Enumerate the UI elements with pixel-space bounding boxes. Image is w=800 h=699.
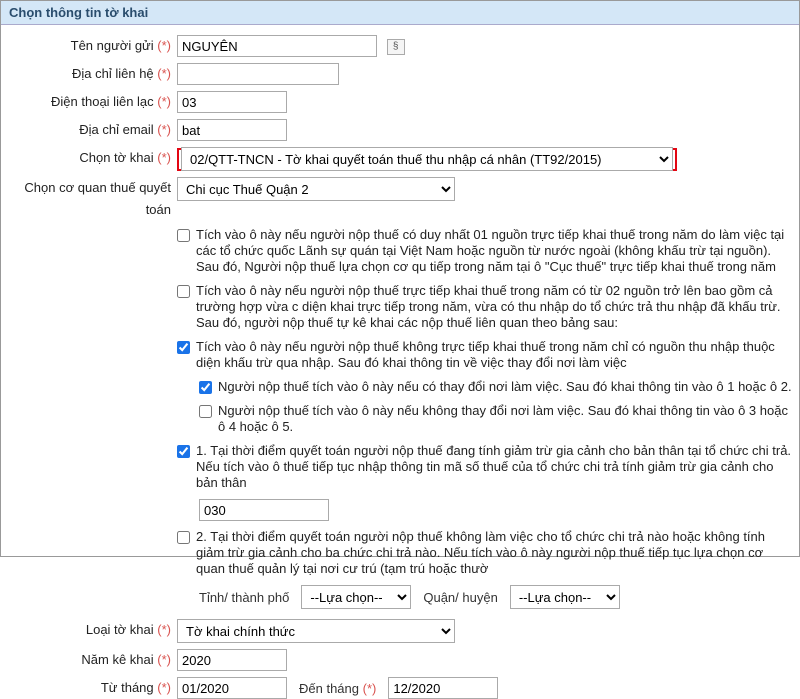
label-chon-to-khai: Chọn tờ khai (*) <box>1 147 177 169</box>
input-tax-code[interactable] <box>199 499 329 521</box>
checkbox-option-3-text: Tích vào ô này nếu người nộp thuế không … <box>196 339 793 371</box>
checkbox-option-2-text: Tích vào ô này nếu người nộp thuế trực t… <box>196 283 793 331</box>
checkbox-option-3a[interactable] <box>199 381 212 394</box>
select-co-quan-thue[interactable]: Chi cục Thuế Quận 2 <box>177 177 455 201</box>
checkbox-option-5[interactable] <box>177 531 190 544</box>
label-den-thang: Đến tháng (*) <box>299 681 376 696</box>
label-email: Địa chỉ email (*) <box>1 119 177 141</box>
select-tinh-tp[interactable]: --Lựa chọn-- <box>301 585 411 609</box>
checkbox-option-2[interactable] <box>177 285 190 298</box>
highlight-box: 02/QTT-TNCN - Tờ khai quyết toán thuế th… <box>177 148 677 171</box>
input-email[interactable] <box>177 119 287 141</box>
label-nam-ke-khai: Năm kê khai (*) <box>1 649 177 671</box>
checkbox-option-3a-text: Người nộp thuế tích vào ô này nếu có tha… <box>218 379 792 395</box>
input-dia-chi-lien-he[interactable] <box>177 63 339 85</box>
input-ten-nguoi-gui[interactable] <box>177 35 377 57</box>
checkbox-option-3b[interactable] <box>199 405 212 418</box>
checkbox-option-4[interactable] <box>177 445 190 458</box>
label-ten-nguoi-gui: Tên người gửi (*) <box>1 35 177 57</box>
select-to-khai[interactable]: 02/QTT-TNCN - Tờ khai quyết toán thuế th… <box>181 147 673 171</box>
label-dien-thoai: Điện thoại liên lạc (*) <box>1 91 177 113</box>
label-quan-huyen: Quận/ huyện <box>423 590 497 605</box>
name-helper-icon[interactable]: § <box>387 39 405 55</box>
input-nam-ke-khai[interactable] <box>177 649 287 671</box>
select-quan-huyen[interactable]: --Lựa chọn-- <box>510 585 620 609</box>
input-den-thang[interactable] <box>388 677 498 699</box>
label-loai-to-khai: Loại tờ khai (*) <box>1 619 177 641</box>
label-tinh-tp: Tỉnh/ thành phố <box>199 590 289 605</box>
label-co-quan-thue: Chọn cơ quan thuế quyết toán <box>1 177 177 221</box>
select-loai-to-khai[interactable]: Tờ khai chính thức <box>177 619 455 643</box>
checkbox-option-1[interactable] <box>177 229 190 242</box>
checkbox-option-3[interactable] <box>177 341 190 354</box>
label-dia-chi-lien-he: Địa chỉ liên hệ (*) <box>1 63 177 85</box>
form-body: Tên người gửi (*) § Địa chỉ liên hệ (*) … <box>1 25 799 699</box>
input-dien-thoai[interactable] <box>177 91 287 113</box>
section-header: Chọn thông tin tờ khai <box>1 1 799 25</box>
input-tu-thang[interactable] <box>177 677 287 699</box>
checkbox-option-3b-text: Người nộp thuế tích vào ô này nếu không … <box>218 403 793 435</box>
section-title: Chọn thông tin tờ khai <box>9 5 148 20</box>
checkbox-option-4-text: 1. Tại thời điểm quyết toán người nộp th… <box>196 443 793 491</box>
label-tu-thang: Từ tháng (*) <box>1 677 177 699</box>
checkbox-option-1-text: Tích vào ô này nếu người nộp thuế có duy… <box>196 227 793 275</box>
checkbox-option-5-text: 2. Tại thời điểm quyết toán người nộp th… <box>196 529 793 577</box>
